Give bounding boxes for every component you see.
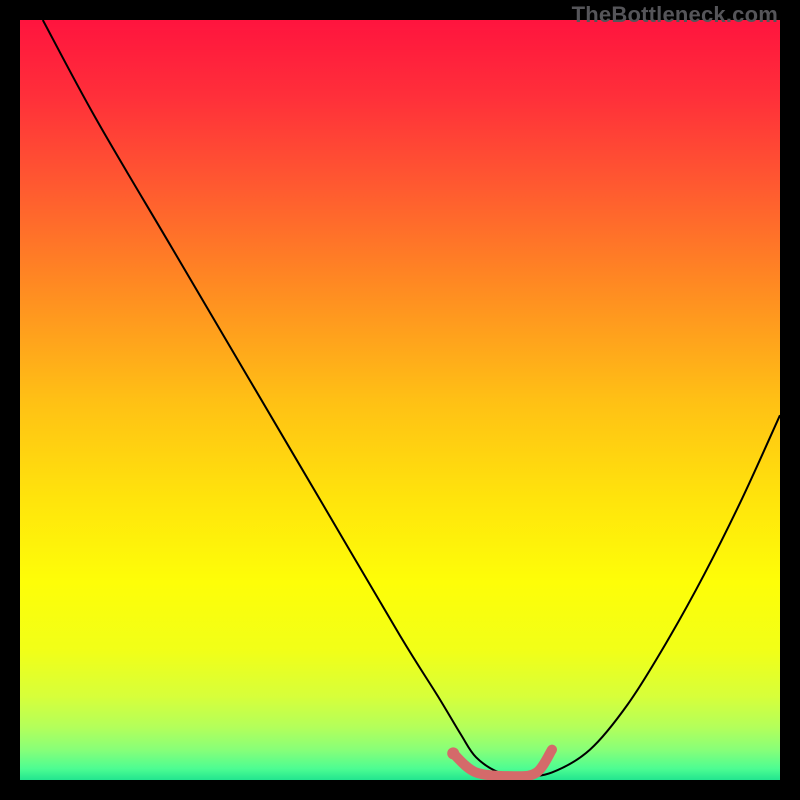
- chart-frame: { "watermark": "TheBottleneck.com", "plo…: [0, 0, 800, 800]
- gradient-background: [20, 20, 780, 780]
- bottleneck-chart: [20, 20, 780, 780]
- watermark-label: TheBottleneck.com: [572, 2, 778, 28]
- plot-area: [20, 20, 780, 780]
- marker-dot: [447, 747, 459, 759]
